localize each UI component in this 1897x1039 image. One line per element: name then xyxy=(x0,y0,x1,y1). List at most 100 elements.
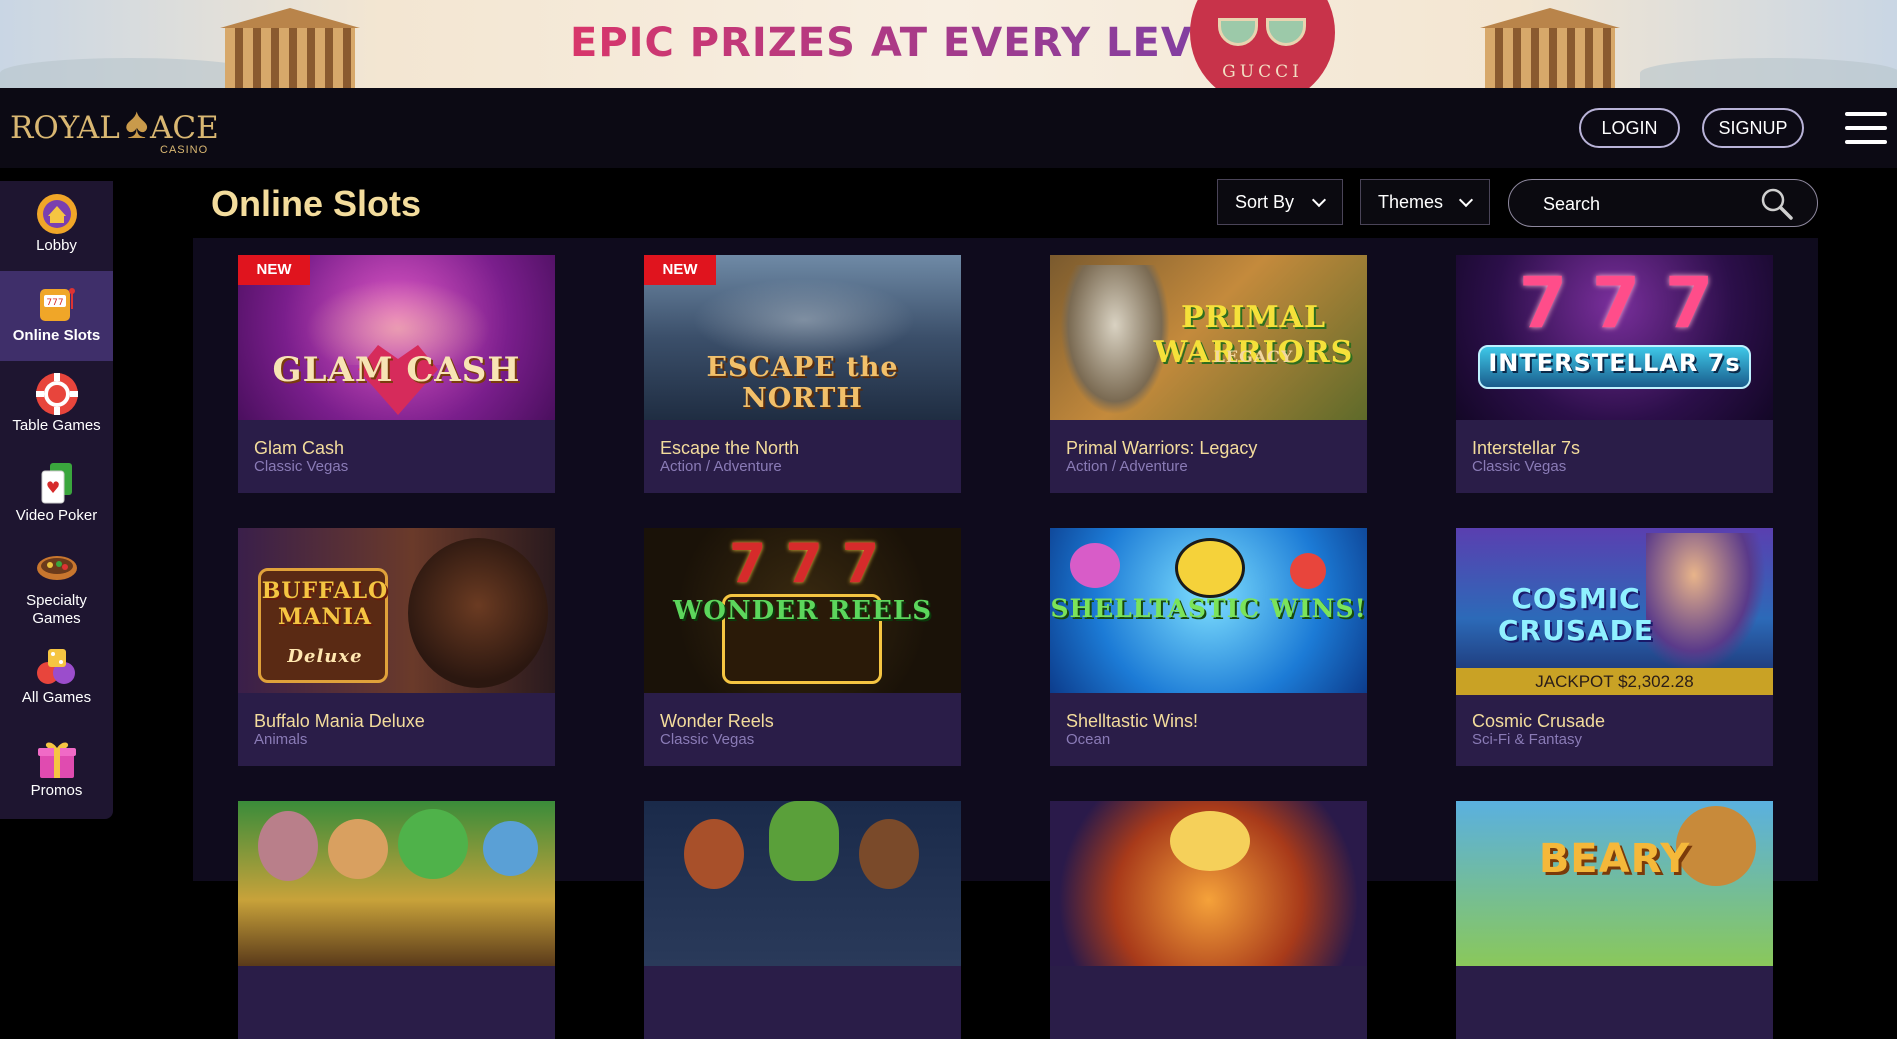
game-thumbnail: 7 7 7 INTERSTELLAR 7s xyxy=(1456,255,1773,420)
new-badge: NEW xyxy=(644,255,716,285)
game-card-cosmic-crusade[interactable]: COSMIC CRUSADE JACKPOT $2,302.28 Cosmic … xyxy=(1456,528,1773,766)
game-art-title: ESCAPE the NORTH xyxy=(706,352,899,414)
game-art-subtitle: LEGACY xyxy=(1213,347,1294,366)
themes-label: Themes xyxy=(1378,192,1444,212)
gucci-brand-text: GUCCI xyxy=(1222,62,1303,82)
game-card-wonder-reels[interactable]: 7 7 7 WONDER REELS Wonder Reels Classic … xyxy=(644,528,961,766)
sidebar-item-label: Table Games xyxy=(12,417,101,434)
game-card[interactable] xyxy=(1050,801,1367,1039)
game-art-title: WONDER REELS xyxy=(673,596,932,626)
game-art-subtitle: Deluxe xyxy=(287,646,363,667)
banner-hill-right xyxy=(1640,58,1897,88)
sidebar-item-lobby[interactable]: Lobby xyxy=(0,191,113,271)
sidebar-item-video-poker[interactable]: ♥ Video Poker xyxy=(0,461,113,541)
game-category: Ocean xyxy=(1066,731,1111,748)
game-thumbnail: PRIMAL WARRIORS LEGACY xyxy=(1050,255,1367,420)
temple-left-image xyxy=(215,0,365,88)
game-card-interstellar-7s[interactable]: 7 7 7 INTERSTELLAR 7s Interstellar 7s Cl… xyxy=(1456,255,1773,493)
svg-text:♥: ♥ xyxy=(45,478,59,497)
game-thumbnail xyxy=(238,801,555,966)
game-title: Wonder Reels xyxy=(660,711,774,731)
slot-machine-icon: 777 xyxy=(39,288,75,321)
game-thumbnail: SHELLTASTIC WINS! xyxy=(1050,528,1367,693)
logo-word-royal: ROYAL xyxy=(10,110,120,146)
game-card-buffalo-mania-deluxe[interactable]: BUFFALO MANIA Deluxe Buffalo Mania Delux… xyxy=(238,528,555,766)
game-card-shelltastic-wins[interactable]: SHELLTASTIC WINS! Shelltastic Wins! Ocea… xyxy=(1050,528,1367,766)
jackpot-banner: JACKPOT $2,302.28 xyxy=(1456,668,1773,695)
game-card-escape-the-north[interactable]: ESCAPE the NORTH NEW Escape the North Ac… xyxy=(644,255,961,493)
svg-text:777: 777 xyxy=(46,298,63,308)
sidebar-nav: Lobby 777 Online Slots Table Games ♥ Vid… xyxy=(0,181,113,819)
game-card-primal-warriors-legacy[interactable]: PRIMAL WARRIORS LEGACY Primal Warriors: … xyxy=(1050,255,1367,493)
game-card[interactable]: BEARY xyxy=(1456,801,1773,1039)
game-title: Glam Cash xyxy=(254,438,345,458)
game-category: Classic Vegas xyxy=(254,458,349,475)
logo-casino-text: CASINO xyxy=(160,144,209,156)
game-art-title: SHELLTASTIC WINS! xyxy=(1050,594,1367,623)
gift-icon xyxy=(37,742,76,778)
game-thumbnail: BEARY xyxy=(1456,801,1773,966)
game-title: Shelltastic Wins! xyxy=(1066,711,1199,731)
game-category: Classic Vegas xyxy=(660,731,755,748)
game-title: Interstellar 7s xyxy=(1472,438,1581,458)
game-category: Action / Adventure xyxy=(1066,458,1188,475)
game-art-title: GLAM CASH xyxy=(272,350,521,390)
game-thumbnail xyxy=(1050,801,1367,966)
game-art-title: COSMIC CRUSADE xyxy=(1497,582,1655,647)
sidebar-item-label: Specialty Games xyxy=(26,592,87,627)
signup-button[interactable]: SIGNUP xyxy=(1702,108,1804,148)
logo-word-ace: ACE xyxy=(150,110,219,146)
sidebar-item-specialty-games[interactable]: Specialty Games xyxy=(0,546,113,641)
game-title: Escape the North xyxy=(660,438,800,458)
site-header: ROYAL ♠ ACE CASINO LOGIN SIGNUP xyxy=(0,88,1897,168)
sidebar-item-label: Promos xyxy=(30,782,83,799)
sort-by-label: Sort By xyxy=(1235,192,1295,212)
game-title: Primal Warriors: Legacy xyxy=(1066,438,1258,458)
game-category: Animals xyxy=(254,731,308,748)
game-category: Classic Vegas xyxy=(1472,458,1567,475)
bowl-icon xyxy=(36,556,77,580)
royal-ace-logo[interactable]: ROYAL ♠ ACE CASINO xyxy=(10,99,230,157)
dice-icon xyxy=(36,649,75,684)
temple-right-image xyxy=(1475,0,1625,88)
game-thumbnail xyxy=(644,801,961,966)
hamburger-menu-icon[interactable] xyxy=(1845,112,1887,144)
search-input[interactable] xyxy=(1543,192,1753,216)
game-category: Sci-Fi & Fantasy xyxy=(1472,731,1583,748)
chevron-down-icon xyxy=(1311,192,1327,208)
game-art-title: BUFFALO MANIA xyxy=(261,578,389,630)
sidebar-item-label: Online Slots xyxy=(12,327,101,344)
login-button[interactable]: LOGIN xyxy=(1579,108,1680,148)
banner-headline: EPIC PRIZES AT EVERY LEVEL xyxy=(570,20,1248,66)
gucci-prize-badge: GUCCI xyxy=(1190,0,1335,88)
cards-icon: ♥ xyxy=(41,463,72,504)
sidebar-item-label: Video Poker xyxy=(15,507,98,524)
search-icon[interactable] xyxy=(1760,187,1794,221)
sidebar-item-label: All Games xyxy=(21,689,92,706)
sidebar-item-online-slots[interactable]: 777 Online Slots xyxy=(0,271,113,361)
game-category: Action / Adventure xyxy=(660,458,782,475)
game-thumbnail: BUFFALO MANIA Deluxe xyxy=(238,528,555,693)
themes-dropdown[interactable]: Themes xyxy=(1360,179,1490,225)
sunglasses-icon xyxy=(1218,18,1308,48)
game-art-title: BEARY xyxy=(1538,836,1691,882)
game-title: Cosmic Crusade xyxy=(1472,711,1606,731)
new-badge: NEW xyxy=(238,255,310,285)
sidebar-item-promos[interactable]: Promos xyxy=(0,736,113,816)
spade-icon: ♠ xyxy=(125,99,149,148)
game-card[interactable] xyxy=(238,801,555,1039)
sidebar-item-label: Lobby xyxy=(36,237,77,254)
game-art-title: INTERSTELLAR 7s xyxy=(1488,349,1741,377)
sidebar-item-table-games[interactable]: Table Games xyxy=(0,371,113,451)
sort-by-dropdown[interactable]: Sort By xyxy=(1217,179,1343,225)
game-card[interactable] xyxy=(644,801,961,1039)
game-thumbnail: 7 7 7 WONDER REELS xyxy=(644,528,961,693)
game-title: Buffalo Mania Deluxe xyxy=(254,711,425,731)
page-title: Online Slots xyxy=(211,183,422,224)
lobby-icon xyxy=(36,194,77,234)
chip-icon xyxy=(35,373,78,415)
game-card-glam-cash[interactable]: GLAM CASH NEW Glam Cash Classic Vegas xyxy=(238,255,555,493)
promo-banner[interactable]: EPIC PRIZES AT EVERY LEVEL GUCCI xyxy=(0,0,1897,88)
chevron-down-icon xyxy=(1458,192,1474,208)
sidebar-item-all-games[interactable]: All Games xyxy=(0,643,113,723)
